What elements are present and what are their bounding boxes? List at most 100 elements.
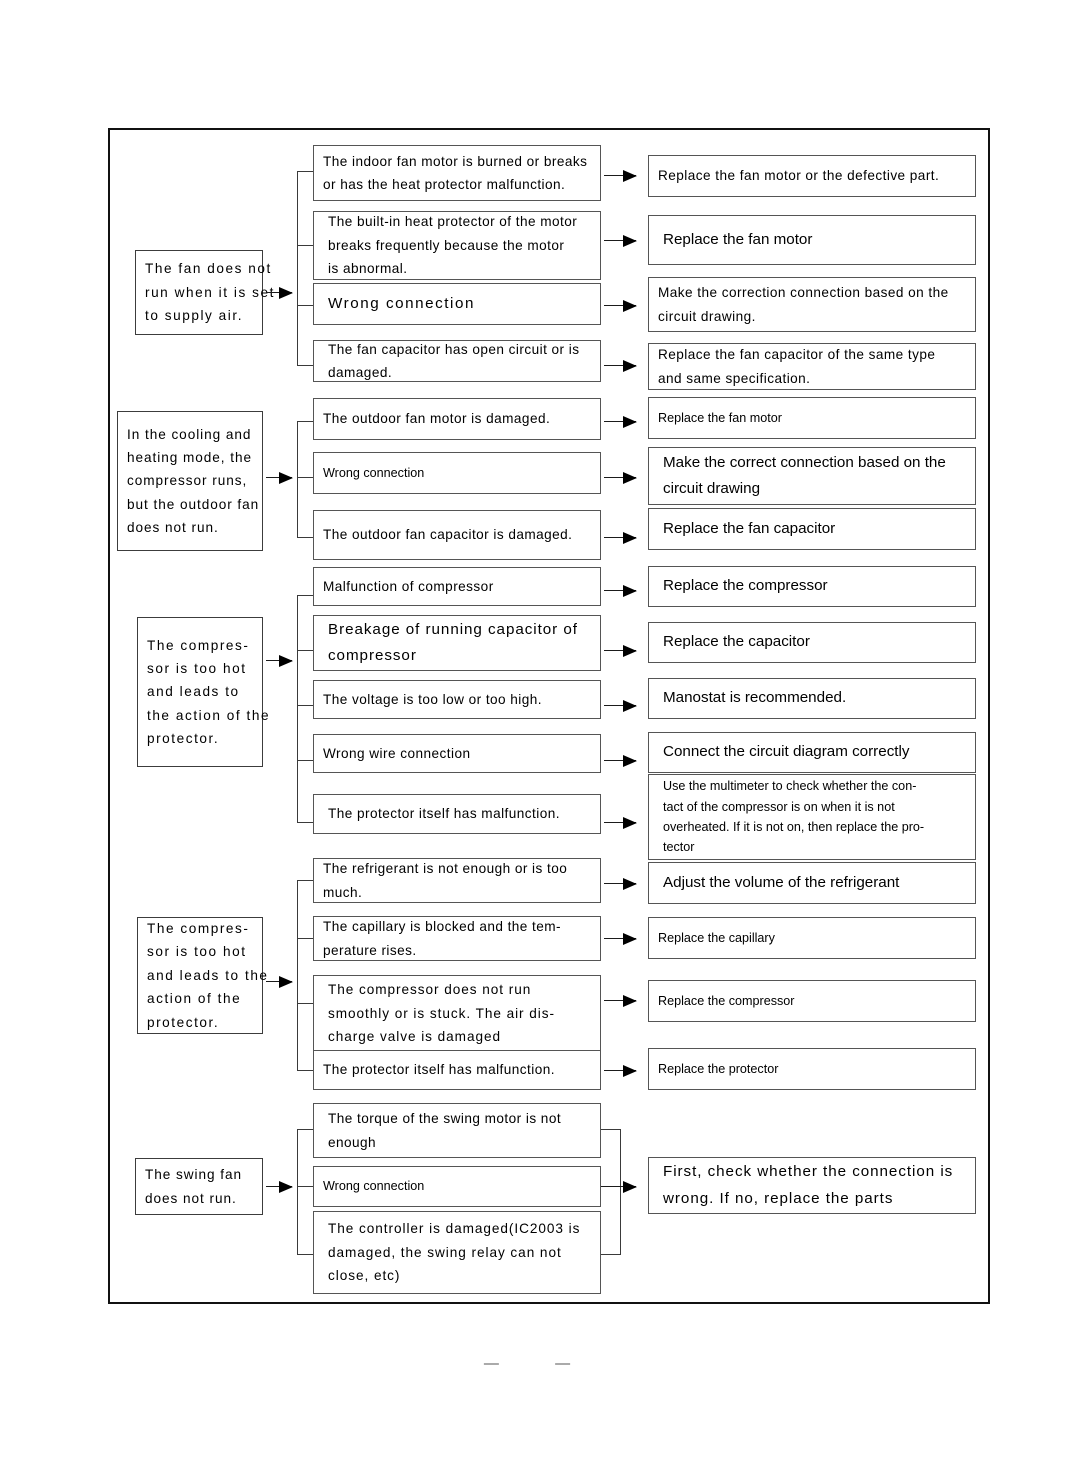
arrow-cause-to-action bbox=[604, 530, 637, 546]
action-line: Manostat is recommended. bbox=[663, 689, 847, 707]
arrow-cause-to-action bbox=[604, 168, 637, 184]
symptom-line: run when it is set bbox=[145, 284, 275, 300]
arrow-cause-to-action bbox=[604, 753, 637, 769]
action-box: Connect the circuit diagram correctly bbox=[648, 732, 976, 773]
action-line: overheated. If it is not on, then replac… bbox=[663, 820, 925, 834]
action-line: circuit drawing. bbox=[658, 308, 756, 324]
symptom-line: does not run. bbox=[127, 520, 219, 536]
cause-line: compressor bbox=[328, 647, 417, 664]
cause-box: The refrigerant is not enough or is too … bbox=[313, 858, 601, 903]
action-line: tact of the compressor is on when it is … bbox=[663, 799, 895, 814]
cause-box: Breakage of running capacitor of compres… bbox=[313, 615, 601, 671]
arrow-cause-to-action bbox=[604, 698, 637, 714]
symptom-line: The swing fan bbox=[145, 1167, 242, 1183]
cause-line: The fan capacitor has open circuit or is bbox=[328, 341, 580, 357]
action-line: Make the correction connection based on … bbox=[658, 285, 949, 301]
symptom-line: action of the bbox=[147, 991, 242, 1007]
arrow-cause-to-action bbox=[604, 583, 637, 599]
action-line: wrong. If no, replace the parts bbox=[663, 1189, 894, 1207]
cause-line: damaged. bbox=[328, 365, 393, 380]
action-line: Replace the fan capacitor of the same ty… bbox=[658, 347, 936, 363]
action-box: Replace the fan capacitor of the same ty… bbox=[648, 343, 976, 390]
arrow-merge-to-action bbox=[601, 1179, 637, 1195]
symptom-line: protector. bbox=[147, 731, 220, 747]
branch-stub bbox=[297, 1129, 314, 1131]
cause-line: Breakage of running capacitor of bbox=[328, 620, 578, 638]
branch-trunk bbox=[297, 595, 299, 822]
arrow-symptom-to-branch bbox=[266, 974, 293, 990]
cause-line: Wrong wire connection bbox=[323, 745, 471, 761]
branch-stub bbox=[297, 1186, 314, 1188]
arrow-cause-to-action bbox=[604, 470, 637, 486]
action-box: Replace the fan motor or the defective p… bbox=[648, 155, 976, 197]
action-line: Adjust the volume of the refrigerant bbox=[663, 873, 900, 891]
action-box: Replace the capacitor bbox=[648, 622, 976, 663]
arrow-cause-to-action bbox=[604, 414, 637, 430]
action-box: Replace the protector bbox=[648, 1048, 976, 1090]
action-line: tector bbox=[663, 840, 695, 855]
cause-line: The voltage is too low or too high. bbox=[323, 691, 543, 707]
cause-line: perature rises. bbox=[323, 942, 417, 958]
arrow-cause-to-action bbox=[604, 233, 637, 249]
action-box: Make the correction connection based on … bbox=[648, 277, 976, 332]
cause-line: The refrigerant is not enough or is too bbox=[323, 861, 568, 877]
branch-stub bbox=[297, 421, 314, 423]
action-box: Replace the fan motor bbox=[648, 397, 976, 439]
action-box: Replace the capillary bbox=[648, 917, 976, 959]
branch-stub bbox=[297, 705, 314, 707]
arrow-cause-to-action bbox=[604, 1063, 637, 1079]
cause-line: The capillary is blocked and the tem- bbox=[323, 919, 562, 935]
cause-box: The protector itself has malfunction. bbox=[313, 794, 601, 834]
cause-box: Wrong wire connection bbox=[313, 734, 601, 773]
cause-box: The compressor does not run smoothly or … bbox=[313, 975, 601, 1052]
cause-box: The torque of the swing motor is not eno… bbox=[313, 1103, 601, 1158]
cause-line: is abnormal. bbox=[328, 261, 408, 277]
branch-stub bbox=[297, 1070, 314, 1072]
cause-line: enough bbox=[328, 1134, 377, 1150]
branch-stub bbox=[297, 171, 314, 173]
arrow-cause-to-action bbox=[604, 643, 637, 659]
symptom-box-swing-fan: The swing fan does not run. bbox=[135, 1158, 263, 1215]
cause-line: Malfunction of compressor bbox=[323, 578, 494, 594]
arrow-cause-to-action bbox=[604, 358, 637, 374]
action-box: Adjust the volume of the refrigerant bbox=[648, 862, 976, 904]
cause-box: The capillary is blocked and the tem- pe… bbox=[313, 916, 601, 961]
branch-stub bbox=[297, 822, 314, 824]
cause-line: The outdoor fan capacitor is damaged. bbox=[323, 527, 573, 543]
branch-stub bbox=[297, 938, 314, 940]
action-line: Replace the capillary bbox=[658, 930, 775, 945]
action-box: Manostat is recommended. bbox=[648, 678, 976, 719]
cause-line: close, etc) bbox=[328, 1268, 401, 1284]
branch-trunk bbox=[297, 880, 299, 1070]
merge-trunk bbox=[620, 1129, 622, 1255]
cause-line: charge valve is damaged bbox=[328, 1029, 501, 1045]
action-line: circuit drawing bbox=[663, 480, 761, 497]
arrow-symptom-to-branch bbox=[266, 470, 293, 486]
cause-line: The protector itself has malfunction. bbox=[323, 1062, 555, 1078]
cause-box: Malfunction of compressor bbox=[313, 567, 601, 606]
cause-box: The outdoor fan capacitor is damaged. bbox=[313, 510, 601, 560]
action-line: and same specification. bbox=[658, 370, 811, 386]
arrow-cause-to-action bbox=[604, 876, 637, 892]
branch-stub bbox=[297, 650, 314, 652]
merge-stub bbox=[601, 1254, 621, 1256]
cause-box: The indoor fan motor is burned or breaks… bbox=[313, 145, 601, 201]
cause-line: Wrong connection bbox=[323, 1179, 425, 1194]
cause-line: damaged, the swing relay can not bbox=[328, 1244, 562, 1260]
symptom-line: and leads to the bbox=[147, 967, 269, 983]
symptom-box-outdoor-fan: In the cooling and heating mode, the com… bbox=[117, 411, 263, 551]
page-footer-marks: — — bbox=[483, 1355, 597, 1372]
cause-box: The protector itself has malfunction. bbox=[313, 1050, 601, 1090]
cause-line: Wrong connection bbox=[323, 465, 425, 480]
cause-line: smoothly or is stuck. The air dis- bbox=[328, 1005, 555, 1021]
branch-stub bbox=[297, 880, 314, 882]
action-line: Connect the circuit diagram correctly bbox=[663, 743, 910, 761]
branch-stub bbox=[297, 537, 314, 539]
arrow-cause-to-action bbox=[604, 931, 637, 947]
action-line: Replace the fan capacitor bbox=[663, 519, 836, 537]
cause-line: The outdoor fan motor is damaged. bbox=[323, 411, 551, 427]
symptom-line: sor is too hot bbox=[147, 660, 247, 676]
cause-box: The outdoor fan motor is damaged. bbox=[313, 398, 601, 440]
action-line: Replace the compressor bbox=[658, 993, 795, 1008]
symptom-line: protector. bbox=[147, 1014, 220, 1030]
